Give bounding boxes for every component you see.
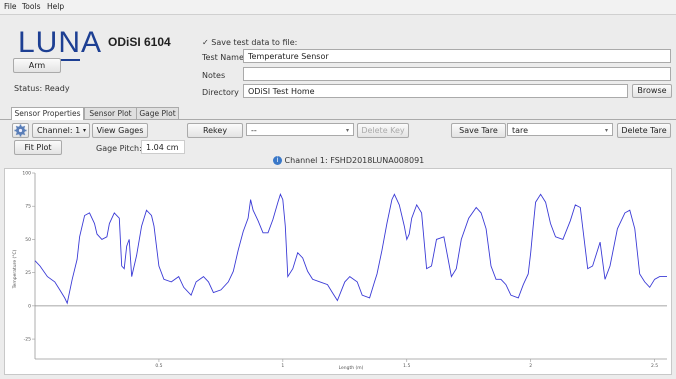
arm-button[interactable]: Arm — [13, 58, 61, 73]
x-axis-label: Length (m) — [339, 365, 364, 371]
channel-info-text: Channel 1: FSHD2018LUNA008091 — [284, 156, 425, 165]
test-name-label: Test Name — [202, 53, 244, 62]
notes-input[interactable] — [243, 67, 671, 81]
y-tick-label: 100 — [22, 171, 31, 177]
series-line — [34, 193, 667, 305]
delete-key-button[interactable]: Delete Key — [357, 123, 409, 138]
chevron-down-icon: ▾ — [345, 127, 349, 134]
y-axis-label: Temperature (°C) — [12, 249, 18, 289]
view-gages-button[interactable]: View Gages — [92, 123, 148, 138]
checkbox-check-icon: ✓ — [202, 38, 209, 47]
menu-file[interactable]: File — [4, 2, 17, 11]
tab-bar: Sensor Properties Sensor Plot Gage Plot — [0, 107, 676, 120]
y-tick-label: 75 — [25, 204, 31, 210]
channel-info: i Channel 1: FSHD2018LUNA008091 — [273, 156, 424, 165]
info-icon: i — [273, 156, 282, 165]
key-select[interactable]: -- ▾ — [246, 123, 354, 136]
x-tick-label: 1.5 — [403, 363, 410, 369]
key-select-value: -- — [251, 126, 257, 135]
menu-bar: File Tools Help — [0, 0, 676, 15]
directory-label: Directory — [202, 88, 239, 97]
settings-button[interactable] — [12, 123, 29, 138]
save-tare-button[interactable]: Save Tare — [451, 123, 506, 138]
menu-tools[interactable]: Tools — [22, 2, 40, 11]
y-tick-label: -25 — [24, 337, 31, 343]
tare-select[interactable]: tare ▾ — [507, 123, 613, 136]
browse-button[interactable]: Browse — [632, 84, 672, 98]
rekey-button[interactable]: Rekey — [187, 123, 243, 138]
tab-gage-plot[interactable]: Gage Plot — [136, 107, 179, 119]
tab-sensor-properties[interactable]: Sensor Properties — [11, 107, 84, 120]
sensor-plot-svg: 100 75 50 25 0 -25 0.5 1 1.5 2 2.5 Temperature (°… — [12, 171, 667, 371]
tare-select-value: tare — [512, 126, 529, 135]
x-tick-label: 1 — [281, 363, 284, 369]
delete-tare-button[interactable]: Delete Tare — [617, 123, 671, 138]
save-checkbox[interactable]: ✓ Save test data to file: — [202, 38, 297, 47]
sensor-plot[interactable]: 100 75 50 25 0 -25 0.5 1 1.5 2 2.5 Temperature (°… — [4, 168, 672, 375]
x-tick-label: 0.5 — [155, 363, 162, 369]
luna-logo: LUNA — [18, 26, 103, 59]
chevron-down-icon: ▾ — [82, 127, 86, 134]
save-checkbox-label: Save test data to file: — [211, 38, 298, 47]
gage-pitch-input[interactable]: 1.04 cm — [141, 140, 185, 154]
y-tick-label: 0 — [28, 303, 31, 309]
gage-pitch-label: Gage Pitch: — [96, 144, 142, 153]
status-text: Status: Ready — [14, 84, 70, 93]
x-tick-label: 2.5 — [651, 363, 658, 369]
x-tick-label: 2 — [529, 363, 532, 369]
fit-plot-button[interactable]: Fit Plot — [14, 140, 62, 155]
test-name-input[interactable]: Temperature Sensor — [243, 49, 671, 63]
chevron-down-icon: ▾ — [604, 127, 608, 134]
tab-sensor-plot[interactable]: Sensor Plot — [84, 107, 137, 119]
y-tick-label: 50 — [25, 237, 31, 243]
gear-icon — [14, 124, 27, 137]
directory-input[interactable]: ODiSI Test Home — [243, 84, 628, 98]
save-panel: ✓ Save test data to file: Test Name Temp… — [200, 32, 673, 104]
channel-select-value: Channel: 1 — [37, 126, 81, 135]
notes-label: Notes — [202, 71, 226, 80]
model-name: ODiSI 6104 — [108, 35, 171, 49]
y-tick-label: 25 — [25, 270, 31, 276]
menu-help[interactable]: Help — [47, 2, 64, 11]
channel-select[interactable]: Channel: 1 ▾ — [32, 123, 90, 138]
